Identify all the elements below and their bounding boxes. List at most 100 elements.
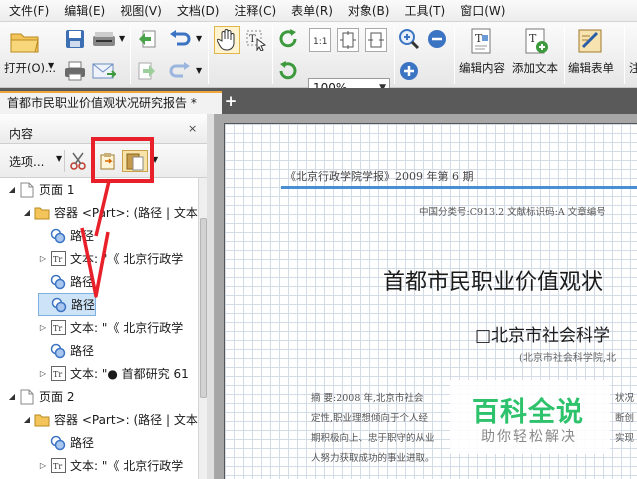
redo-dropdown-icon[interactable]: ▼ <box>196 66 202 75</box>
edit-form-icon[interactable] <box>576 26 606 56</box>
rotate-cw-icon[interactable] <box>276 60 300 82</box>
menu-edit[interactable]: 编辑(E) <box>55 0 111 22</box>
open-dropdown-icon[interactable]: ▼ <box>48 61 54 70</box>
svg-text:Tr: Tr <box>53 370 62 379</box>
tree-item-text[interactable]: ▷ Tr 文本: "● 首都研究 61 <box>38 362 189 385</box>
tree-item-text[interactable]: ▷ Tr 文本: "《 北京行政学 <box>38 454 183 477</box>
tab-document[interactable]: 首都市民职业价值观状况研究报告 * <box>0 91 222 114</box>
expand-toggle-icon[interactable]: ◢ <box>7 392 17 401</box>
zoom-in-icon[interactable] <box>398 28 420 50</box>
abstract-tail: 状况 <box>615 393 635 404</box>
text-object-icon: Tr <box>50 251 66 267</box>
menu-view[interactable]: 视图(V) <box>111 0 168 22</box>
edit-form-button[interactable]: 编辑表单 <box>568 60 614 76</box>
page-back-icon[interactable] <box>136 28 158 50</box>
email-icon[interactable] <box>92 60 116 82</box>
svg-text:Tr: Tr <box>53 324 62 333</box>
add-text-icon[interactable]: T <box>522 26 550 56</box>
scissors-icon[interactable] <box>69 151 89 171</box>
zoom-plus-icon[interactable] <box>398 60 420 82</box>
panel-splitter[interactable] <box>207 114 215 479</box>
scanner-icon[interactable] <box>92 28 116 50</box>
undo-icon[interactable] <box>168 28 192 50</box>
expand-toggle-icon[interactable]: ▷ <box>38 369 48 378</box>
abstract-line: 摘 要:2008 年,北京市社会 <box>311 393 424 404</box>
tree-item-path[interactable]: 路径 <box>38 339 94 362</box>
tree-item-path[interactable]: 路径 <box>38 431 94 454</box>
watermark-subtitle: 助你轻松解决 <box>481 429 577 445</box>
select-text-tool-icon[interactable]: T <box>244 28 268 52</box>
menu-object[interactable]: 对象(B) <box>339 0 396 22</box>
tree-item-label: 路径 <box>70 344 95 358</box>
hand-tool-icon[interactable] <box>214 26 240 54</box>
article-author: □北京市社会科学 <box>475 326 611 346</box>
svg-text:T: T <box>529 32 537 45</box>
rotate-ccw-icon[interactable] <box>276 28 300 50</box>
tree-item-container[interactable]: ◢ 容器 <Part>: (路径 | 文本 <box>22 201 198 224</box>
paste-dropdown-icon[interactable]: ▼ <box>152 155 158 164</box>
panel-header: 内容 × <box>0 114 207 144</box>
tree-item-label: 路径 <box>70 229 95 243</box>
fit-page-icon[interactable] <box>337 28 359 52</box>
panel-close-icon[interactable]: × <box>188 122 197 135</box>
panel-toolbar: 选项... ▼ ▼ <box>0 144 207 178</box>
actual-size-icon[interactable]: 1:1 <box>309 28 331 52</box>
zoom-out-icon[interactable] <box>426 28 448 50</box>
expand-toggle-icon[interactable]: ▷ <box>38 323 48 332</box>
tree-item-label: 容器 <Part>: (路径 | 文本 <box>54 206 198 220</box>
expand-toggle-icon[interactable]: ◢ <box>22 208 32 217</box>
add-text-button[interactable]: 添加文本 <box>512 60 558 76</box>
abstract-tail: 断创 <box>615 413 635 424</box>
abstract-line: 期积极向上、忠于职守的从业 <box>311 433 435 444</box>
tree-item-path[interactable]: 路径 <box>38 224 94 247</box>
tree-item-page[interactable]: ◢ 页面 1 <box>7 178 74 201</box>
tree-item-label: 路径 <box>70 275 95 289</box>
menu-file[interactable]: 文件(F) <box>0 0 55 22</box>
tree-item-container[interactable]: ◢ 容器 <Part>: (路径 | 文本 <box>22 408 198 431</box>
options-dropdown-icon[interactable]: ▼ <box>56 154 62 163</box>
expand-toggle-icon[interactable]: ◢ <box>22 415 32 424</box>
main-toolbar: 打开(O)... ▼ ▼ ▼ ▼ T 1:1 100% ▼ T 编辑内容 <box>0 22 637 98</box>
tree-item-label: 文本: "● 首都研究 61 <box>70 367 189 381</box>
comment-button[interactable]: 注 <box>629 60 637 76</box>
edit-content-button[interactable]: 编辑内容 <box>459 60 505 76</box>
fit-width-icon[interactable] <box>365 28 387 52</box>
expand-toggle-icon[interactable]: ◢ <box>7 185 17 194</box>
add-tab-icon[interactable]: + <box>224 94 238 109</box>
undo-dropdown-icon[interactable]: ▼ <box>196 34 202 43</box>
menu-tools[interactable]: 工具(T) <box>395 0 451 22</box>
page-icon <box>19 389 35 405</box>
document-tab-strip: 首都市民职业价值观状况研究报告 * + <box>0 88 637 114</box>
options-button[interactable]: 选项... <box>9 153 44 170</box>
expand-toggle-icon[interactable]: ▷ <box>38 254 48 263</box>
tree-item-path[interactable]: 路径 <box>38 270 94 293</box>
open-folder-icon[interactable] <box>10 28 40 56</box>
tree-item-text[interactable]: ▷ Tr 文本: "《 北京行政学 <box>38 316 183 339</box>
scroll-thumb[interactable] <box>200 218 207 398</box>
page-icon <box>19 182 35 198</box>
tree-item-path[interactable]: 路径 <box>38 293 97 316</box>
tree-item-label: 容器 <Part>: (路径 | 文本 <box>54 413 198 427</box>
page-forward-icon[interactable] <box>136 60 158 82</box>
content-tree: ◢ 页面 1 ◢ 容器 <Part>: (路径 | 文本 路径 ▷ Tr 文本: "《 北京行… <box>0 178 198 479</box>
scanner-dropdown-icon[interactable]: ▼ <box>119 34 125 43</box>
print-icon[interactable] <box>64 60 86 82</box>
watermark-title: 百科全说 <box>472 397 584 428</box>
tree-scrollbar[interactable] <box>198 178 207 479</box>
menu-form[interactable]: 表单(R) <box>282 0 339 22</box>
save-icon[interactable] <box>64 28 86 50</box>
expand-toggle-icon[interactable]: ▷ <box>38 461 48 470</box>
menu-comment[interactable]: 注释(C) <box>225 0 282 22</box>
path-icon <box>50 228 66 244</box>
paste-icon[interactable] <box>122 150 148 172</box>
tree-item-page[interactable]: ◢ 页面 2 <box>7 385 74 408</box>
redo-icon[interactable] <box>168 60 192 82</box>
menu-document[interactable]: 文档(D) <box>168 0 226 22</box>
menu-window[interactable]: 窗口(W) <box>451 0 511 22</box>
tree-item-label: 路径 <box>70 436 95 450</box>
tree-item-text[interactable]: ▷ Tr 文本: "《 北京行政学 <box>38 247 183 270</box>
path-icon <box>50 435 66 451</box>
tab-title: 首都市民职业价值观状况研究报告 * <box>7 96 197 110</box>
edit-content-icon[interactable]: T <box>468 26 496 56</box>
copy-icon[interactable] <box>98 151 118 171</box>
